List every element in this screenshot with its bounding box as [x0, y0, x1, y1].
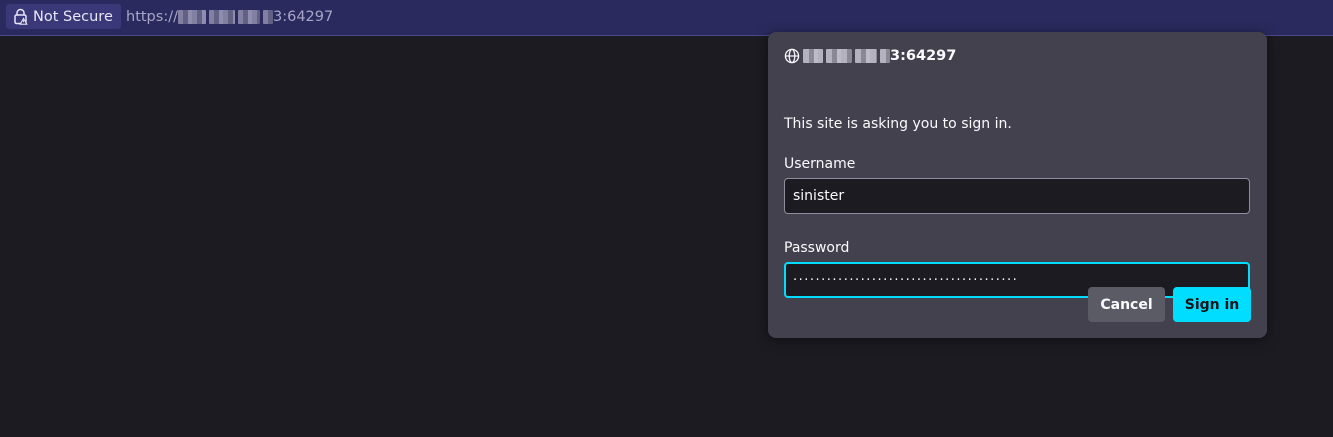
redacted-host-4: [262, 10, 273, 24]
origin-suffix: 3:64297: [890, 48, 957, 64]
sign-in-button[interactable]: Sign in: [1173, 287, 1251, 322]
url-suffix: 3:64297: [272, 9, 334, 25]
url-text[interactable]: https:// 3:64297: [126, 8, 333, 26]
redacted-host-1: [177, 10, 206, 24]
redacted-origin-3: [855, 49, 877, 63]
redacted-origin-2: [826, 49, 852, 63]
url-prefix: https://: [126, 9, 178, 25]
password-label: Password: [784, 240, 850, 256]
username-label: Username: [784, 156, 856, 172]
security-label: Not Secure: [33, 8, 113, 25]
cancel-button[interactable]: Cancel: [1088, 287, 1165, 322]
site-security-button[interactable]: Not Secure: [6, 4, 121, 29]
redacted-host-3: [237, 10, 260, 24]
username-field[interactable]: [784, 178, 1250, 214]
redacted-host-2: [208, 10, 235, 24]
dialog-origin: 3:64297: [784, 48, 956, 64]
lock-warning-icon: [13, 8, 33, 25]
url-bar: Not Secure https:// 3:64297: [0, 0, 1333, 36]
auth-dialog: 3:64297 This site is asking you to sign …: [768, 32, 1267, 338]
redacted-origin-1: [803, 49, 823, 63]
redacted-origin-4: [880, 49, 890, 63]
dialog-message: This site is asking you to sign in.: [784, 116, 1012, 132]
globe-icon: [784, 48, 800, 64]
